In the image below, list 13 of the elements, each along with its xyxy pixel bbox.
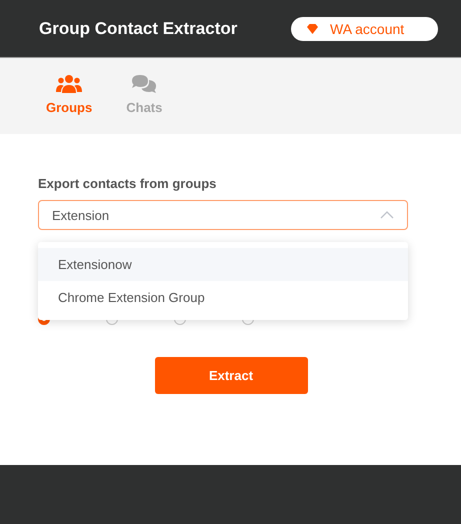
group-select[interactable]: Extension	[38, 200, 408, 230]
app-title: Group Contact Extractor	[39, 18, 238, 38]
tab[interactable]: Groups	[46, 74, 92, 118]
field-label: Export contacts from groups	[38, 176, 218, 191]
tab[interactable]: Chats	[126, 74, 162, 118]
extract-button[interactable]: Extract	[154, 357, 308, 394]
chat-bubbles-icon	[131, 74, 158, 94]
account-button[interactable]: WA account	[291, 16, 438, 40]
diamond-icon	[307, 24, 318, 34]
people-icon	[56, 74, 82, 94]
dropdown-option[interactable]: Extensionow	[38, 248, 408, 281]
dropdown-option[interactable]: Chrome Extension Group	[38, 281, 408, 314]
chevron-icon	[380, 211, 394, 219]
